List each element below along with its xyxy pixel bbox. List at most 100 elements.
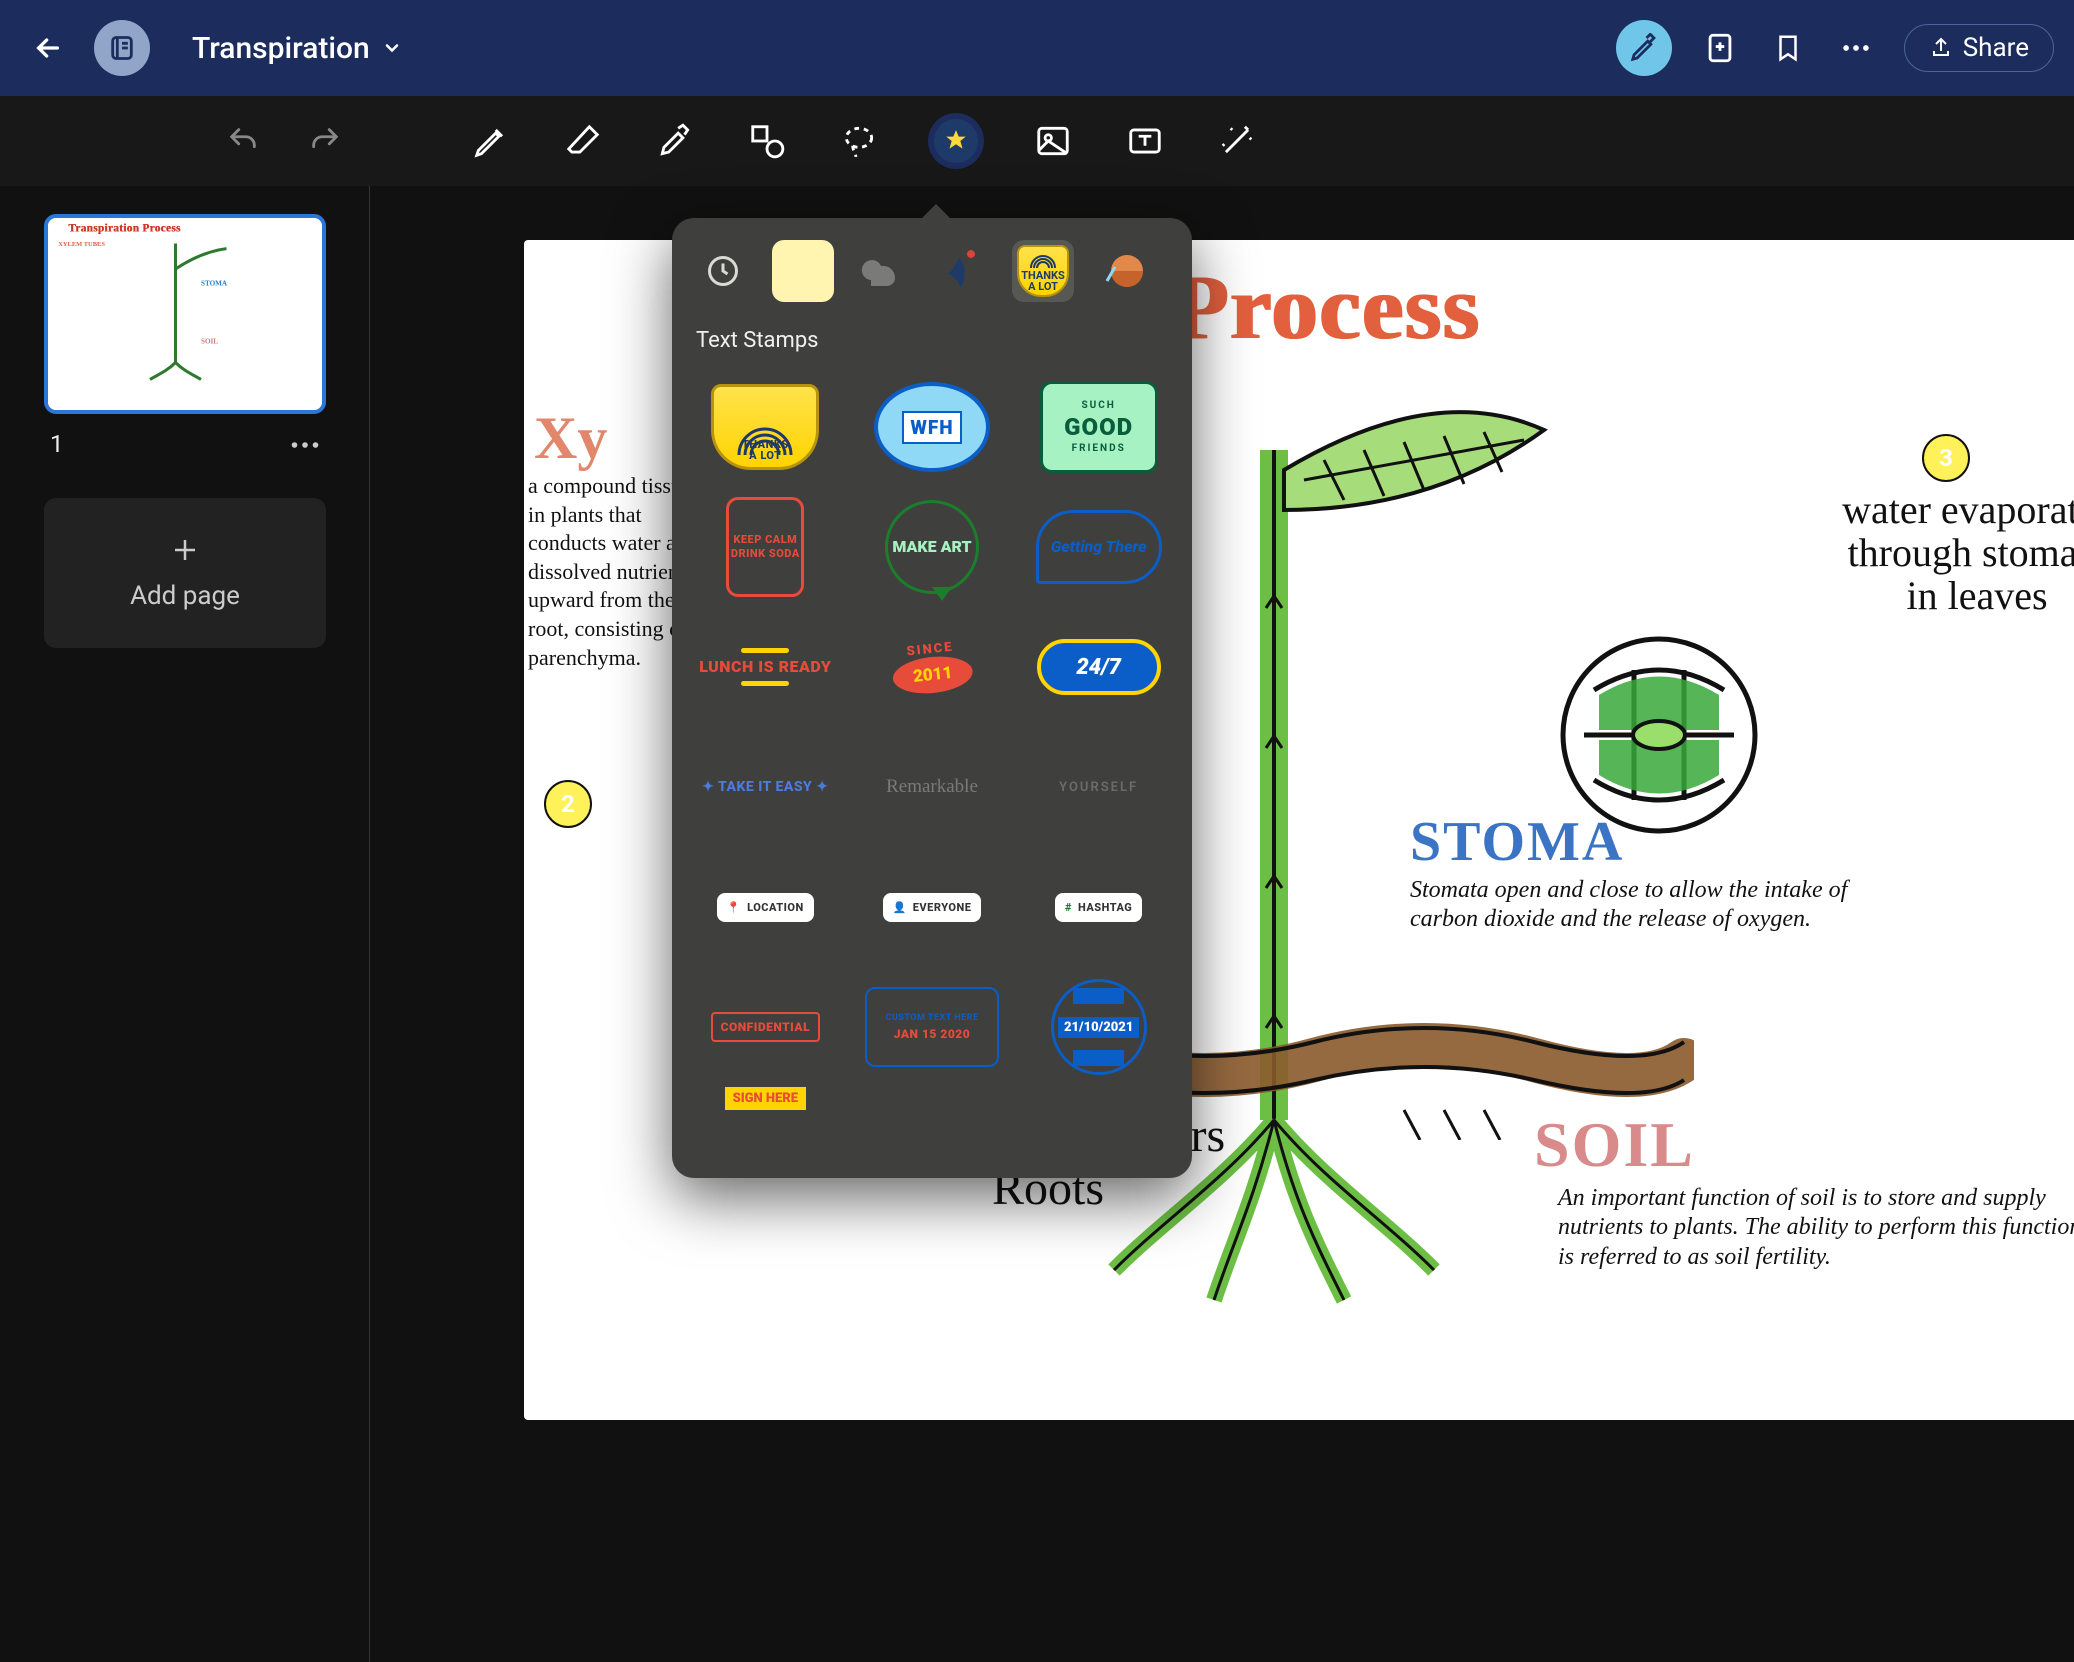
stoma-drawing [1554, 630, 1764, 840]
bookmark-button[interactable] [1768, 28, 1808, 68]
document-title: Transpiration [192, 31, 370, 66]
canvas-area[interactable]: Xy ion Process Xy a compound tissue in p… [370, 186, 2074, 1662]
chevron-down-icon [382, 38, 402, 58]
magic-wand-icon [1218, 122, 1256, 160]
more-horizontal-icon [291, 438, 319, 452]
stamp-confidential[interactable]: CONFIDENTIAL [682, 967, 849, 1087]
stamp-lunch-ready[interactable]: LUNCH IS READY [682, 607, 849, 727]
undo-icon [226, 124, 260, 158]
thumb-xylem-label: XYLEM TUBES [58, 240, 105, 247]
xylem-heading-partial: Xy [534, 404, 607, 473]
popover-section-title: Text Stamps [672, 316, 1192, 363]
pages-sidebar: Transpiration Process XYLEM TUBES STOMA … [0, 186, 370, 1662]
stamp-airmail[interactable]: AIR MAIL21/10/2021AIR MAIL [1015, 967, 1182, 1087]
rainbow-icon [735, 421, 795, 459]
tab-planets[interactable] [1092, 240, 1154, 302]
stoma-text: Stomata open and close to allow the inta… [1410, 876, 1910, 934]
more-horizontal-icon [1839, 31, 1873, 65]
tab-text-stamps[interactable]: THANKS A LOT [1012, 240, 1074, 302]
magic-tool[interactable] [1214, 118, 1260, 164]
pages-panel-button[interactable] [94, 20, 150, 76]
back-button[interactable] [20, 20, 76, 76]
redo-icon [308, 124, 342, 158]
pin-icon: 📍 [727, 901, 741, 914]
stickers-popover: THANKS A LOT Text Stamps THANKS A LOT WF… [672, 218, 1192, 1178]
step-3-badge: 3 [1922, 434, 1970, 482]
stamp-yourself[interactable]: YOURSELF [1015, 727, 1182, 847]
add-page-label: Add page [130, 581, 240, 611]
stamp-wfh[interactable]: WFH [849, 367, 1016, 487]
app-header: Transpiration Share [0, 0, 2074, 96]
clock-icon [705, 253, 741, 289]
document-title-dropdown[interactable]: Transpiration [192, 31, 402, 66]
eraser-icon [564, 122, 602, 160]
tab-speech-bubbles[interactable] [852, 240, 914, 302]
stamp-sign-here[interactable]: SIGN HERE [682, 1087, 849, 1178]
tab-text-stamps-label: THANKS A LOT [1019, 270, 1067, 292]
step-3-text: water evaporates through stomata in leav… [1842, 488, 2074, 618]
stamp-keep-calm[interactable]: KEEP CALM DRINK SODA [682, 487, 849, 607]
add-document-button[interactable] [1700, 28, 1740, 68]
page-thumbnail[interactable]: Transpiration Process XYLEM TUBES STOMA … [44, 214, 326, 414]
feather-heart-icon [941, 246, 985, 296]
stamp-remarkable[interactable]: Remarkable [849, 727, 1016, 847]
stamp-thanks-a-lot[interactable]: THANKS A LOT [682, 367, 849, 487]
stamp-location[interactable]: 📍LOCATION [682, 847, 849, 967]
tab-recent[interactable] [692, 240, 754, 302]
share-label: Share [1963, 33, 2029, 63]
image-tool[interactable] [1030, 118, 1076, 164]
editor-toolbar [0, 96, 2074, 186]
highlighter-tool[interactable] [652, 118, 698, 164]
stamp-24-7[interactable]: 24/7 [1015, 607, 1182, 727]
share-button[interactable]: Share [1904, 24, 2054, 72]
undo-button[interactable] [220, 118, 266, 164]
stamp-take-it-easy[interactable]: ✦ TAKE IT EASY ✦ [682, 727, 849, 847]
share-icon [1929, 36, 1953, 60]
stamp-good-friends[interactable]: SUCH GOOD FRIENDS [1015, 367, 1182, 487]
eraser-tool[interactable] [560, 118, 606, 164]
tab-objects[interactable] [932, 240, 994, 302]
shapes-icon [748, 122, 786, 160]
pen-tool-icon [472, 122, 510, 160]
star-sticker-icon [943, 128, 969, 154]
text-icon [1126, 122, 1164, 160]
notebook-icon [108, 34, 136, 62]
soil-text: An important function of soil is to stor… [1558, 1184, 2074, 1272]
lasso-icon [840, 122, 878, 160]
stamp-make-art[interactable]: MAKE ART [849, 487, 1016, 607]
more-button[interactable] [1836, 28, 1876, 68]
step-2-badge: 2 [544, 780, 592, 828]
text-tool[interactable] [1122, 118, 1168, 164]
stamp-hashtag[interactable]: #HASHTAG [1015, 847, 1182, 967]
sticker-category-tabs: THANKS A LOT [672, 218, 1192, 316]
page-more-button[interactable] [291, 430, 319, 458]
thumb-title: Transpiration Process [68, 221, 180, 234]
pen-icon [1629, 33, 1659, 63]
rainbow-icon [1029, 252, 1057, 270]
redo-button[interactable] [302, 118, 348, 164]
stoma-heading: STOMA [1410, 810, 1624, 874]
planet-icon [1101, 249, 1145, 293]
stamp-grid[interactable]: THANKS A LOT WFH SUCH GOOD FRIENDS KEEP … [672, 363, 1192, 1178]
hash-icon: # [1065, 901, 1072, 914]
stamp-since-2011[interactable]: SINCE2011 [849, 607, 1016, 727]
bookmark-icon [1773, 31, 1803, 65]
page-number: 1 [50, 430, 64, 458]
highlighter-icon [656, 122, 694, 160]
add-page-button[interactable]: Add page [44, 498, 326, 648]
pen-tool[interactable] [468, 118, 514, 164]
lasso-tool[interactable] [836, 118, 882, 164]
stamp-getting-there[interactable]: Getting There [1015, 487, 1182, 607]
add-document-icon [1703, 31, 1737, 65]
soil-heading: SOIL [1534, 1108, 1695, 1182]
stickers-tool[interactable] [928, 113, 984, 169]
cloud-icon [859, 254, 907, 288]
tab-sticky-notes[interactable] [772, 240, 834, 302]
back-arrow-icon [32, 32, 64, 64]
stamp-everyone[interactable]: 👤EVERYONE [849, 847, 1016, 967]
stamp-custom-date[interactable]: CUSTOM TEXT HEREJAN 15 2020 [849, 967, 1016, 1087]
plus-icon [170, 535, 200, 565]
pen-mode-button[interactable] [1616, 20, 1672, 76]
person-icon: 👤 [893, 901, 907, 914]
shapes-tool[interactable] [744, 118, 790, 164]
